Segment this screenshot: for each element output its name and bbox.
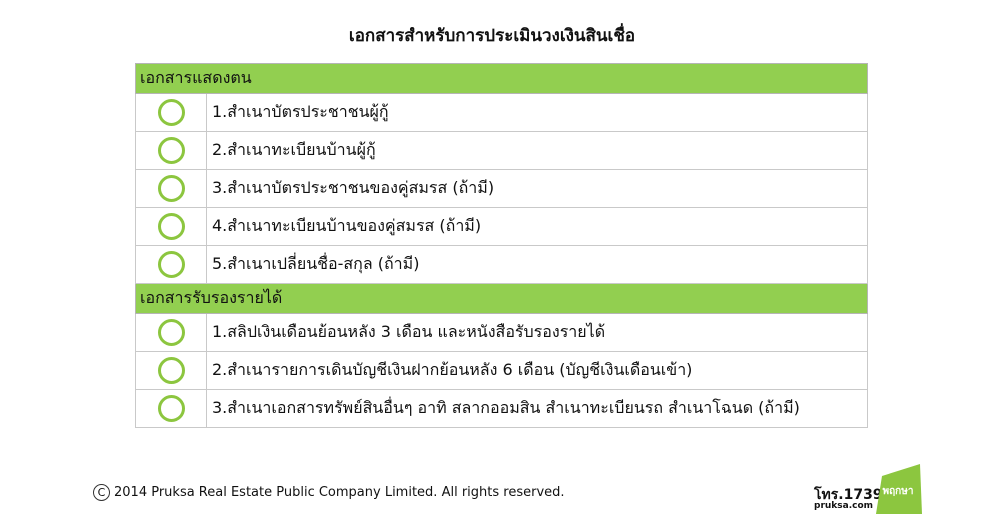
section-heading: เอกสารแสดงตน <box>135 63 868 94</box>
copyright-footer: C 2014 Pruksa Real Estate Public Company … <box>93 484 565 501</box>
item-label: 2.สำเนารายการเดินบัญชีเงินฝากย้อนหลัง 6 … <box>206 351 868 390</box>
item-label: 5.สำเนาเปลี่ยนชื่อ-สกุล (ถ้ามี) <box>206 245 868 284</box>
circle-checkbox-icon[interactable] <box>157 137 185 164</box>
checklist-item[interactable]: 2.สำเนารายการเดินบัญชีเงินฝากย้อนหลัง 6 … <box>135 351 868 390</box>
checklist-item[interactable]: 1.สำเนาบัตรประชาชนผู้กู้ <box>135 93 868 132</box>
section-heading: เอกสารรับรองรายได้ <box>135 283 868 314</box>
circle-checkbox-icon[interactable] <box>157 395 185 422</box>
brand-block[interactable]: โทร.1739 pruksa.com พฤกษา <box>814 464 924 514</box>
circle-checkbox-icon[interactable] <box>157 319 185 346</box>
document-checklist: เอกสารแสดงตน 1.สำเนาบัตรประชาชนผู้กู้ 2.… <box>135 63 868 428</box>
circle-checkbox-icon[interactable] <box>157 251 185 278</box>
section-header-income: เอกสารรับรองรายได้ <box>135 283 868 314</box>
circle-checkbox-icon[interactable] <box>157 213 185 240</box>
copyright-icon: C <box>93 484 110 501</box>
item-label: 4.สำเนาทะเบียนบ้านของคู่สมรส (ถ้ามี) <box>206 207 868 246</box>
checklist-item[interactable]: 4.สำเนาทะเบียนบ้านของคู่สมรส (ถ้ามี) <box>135 207 868 246</box>
checklist-item[interactable]: 2.สำเนาทะเบียนบ้านผู้กู้ <box>135 131 868 170</box>
brand-website[interactable]: pruksa.com <box>814 501 873 511</box>
item-label: 1.สำเนาบัตรประชาชนผู้กู้ <box>206 93 868 132</box>
item-label: 2.สำเนาทะเบียนบ้านผู้กู้ <box>206 131 868 170</box>
checklist-item[interactable]: 1.สลิปเงินเดือนย้อนหลัง 3 เดือน และหนังส… <box>135 313 868 352</box>
circle-checkbox-icon[interactable] <box>157 357 185 384</box>
page-title: เอกสารสำหรับการประเมินวงเงินสินเชื่อ <box>348 26 636 46</box>
copyright-text: 2014 Pruksa Real Estate Public Company L… <box>114 485 565 500</box>
item-label: 1.สลิปเงินเดือนย้อนหลัง 3 เดือน และหนังส… <box>206 313 868 352</box>
checklist-item[interactable]: 3.สำเนาเอกสารทรัพย์สินอื่นๆ อาทิ สลากออม… <box>135 389 868 428</box>
checklist-item[interactable]: 5.สำเนาเปลี่ยนชื่อ-สกุล (ถ้ามี) <box>135 245 868 284</box>
item-label: 3.สำเนาบัตรประชาชนของคู่สมรส (ถ้ามี) <box>206 169 868 208</box>
checklist-item[interactable]: 3.สำเนาบัตรประชาชนของคู่สมรส (ถ้ามี) <box>135 169 868 208</box>
circle-checkbox-icon[interactable] <box>157 175 185 202</box>
brand-logo-text: พฤกษา <box>882 486 914 497</box>
section-header-identity: เอกสารแสดงตน <box>135 63 868 94</box>
item-label: 3.สำเนาเอกสารทรัพย์สินอื่นๆ อาทิ สลากออม… <box>206 389 868 428</box>
circle-checkbox-icon[interactable] <box>157 99 185 126</box>
